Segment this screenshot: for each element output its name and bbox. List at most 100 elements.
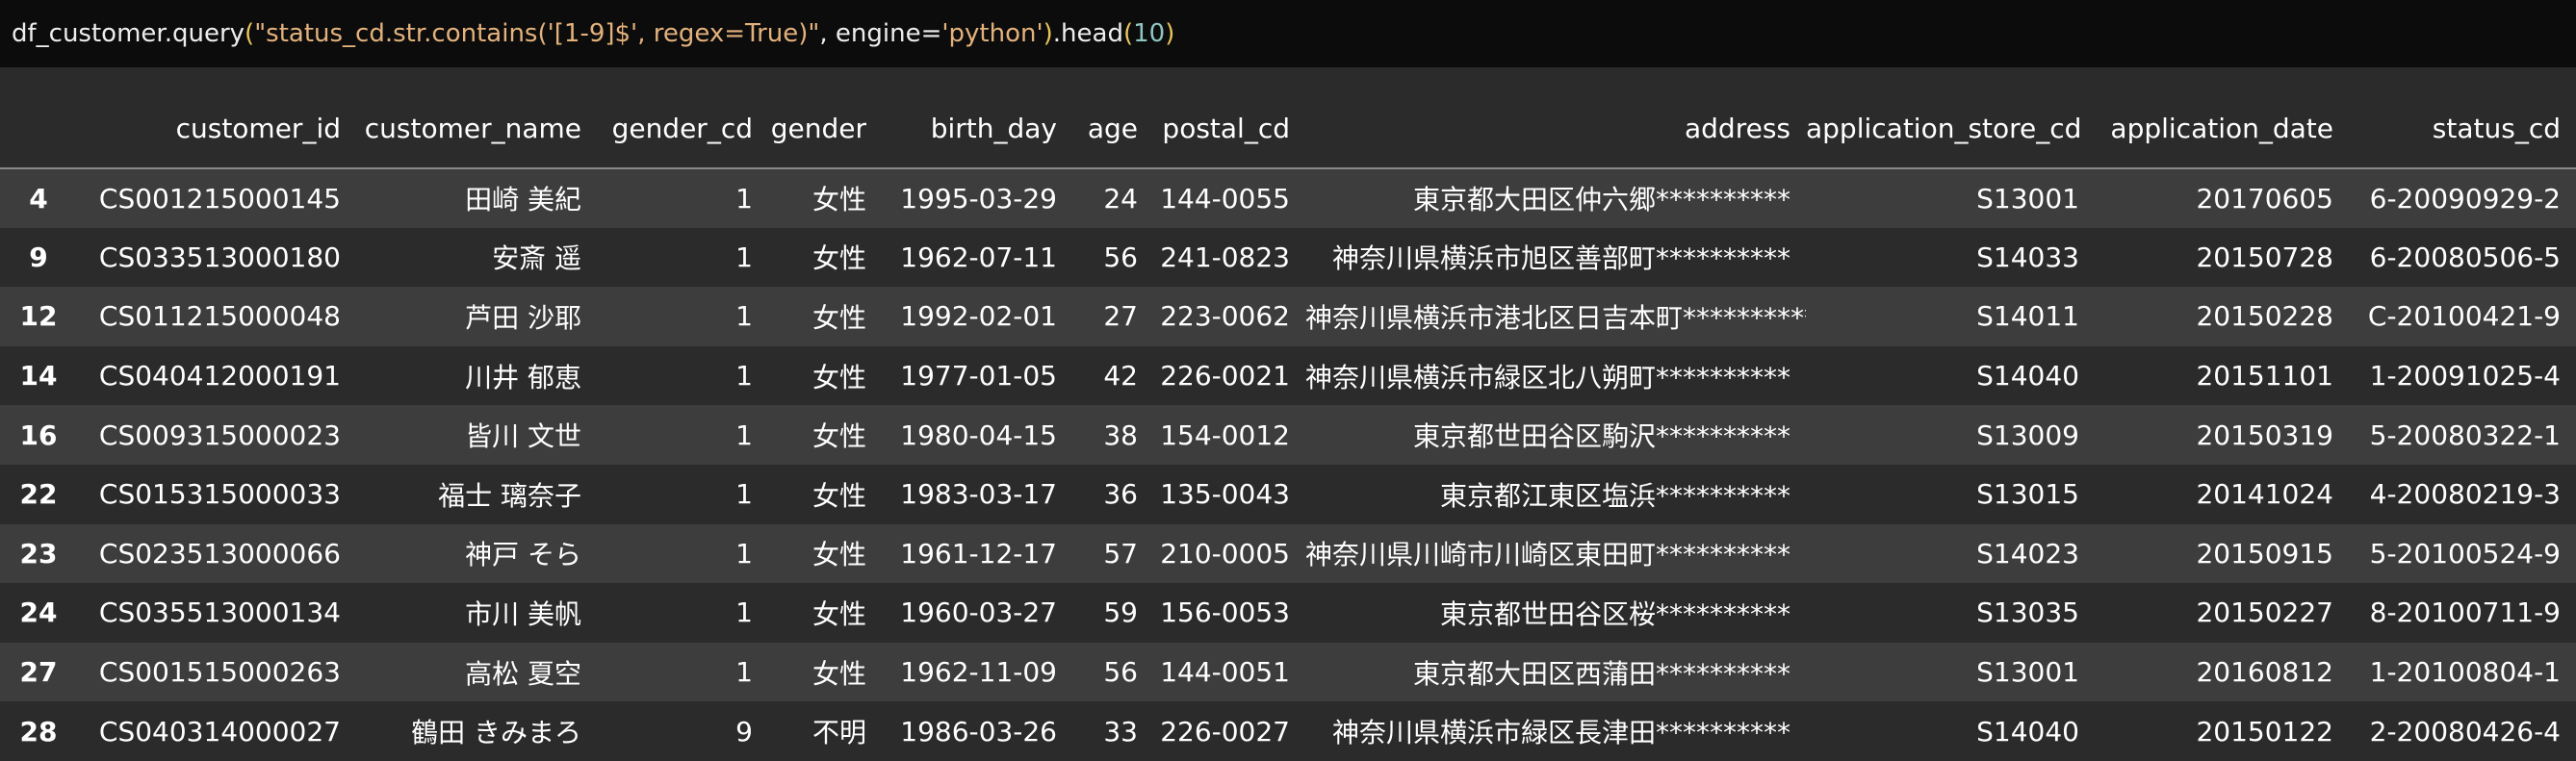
code-cell[interactable]: df_customer.query("status_cd.str.contain… (0, 0, 2576, 67)
cell-customer-name: 神戸 そら (465, 539, 581, 571)
column-header-birth-day: birth_day (882, 89, 1072, 169)
cell-age: 33 (1103, 715, 1138, 748)
table-row: 9 CS033513000180 安斎 遥 1 女性 1962-07-11 56 241-08… (0, 227, 2576, 288)
table-row: 27 CS001515000263 高松 夏空 1 女性 1962-11-09 56 144-… (0, 642, 2576, 702)
row-index: 22 (19, 478, 58, 511)
cell-gender: 女性 (811, 184, 866, 216)
code-query-string: "status_cd.str.contains('[1-9]$', regex=… (254, 19, 820, 48)
cell-birth-day: 1983-03-17 (900, 478, 1057, 511)
cell-application-date: 20160812 (2196, 656, 2333, 689)
cell-gender: 女性 (811, 420, 866, 453)
table-body: 4 CS001215000145 田崎 美紀 1 女性 1995-03-29 24 144-0… (0, 168, 2576, 761)
cell-application-store-cd: S13001 (1976, 182, 2079, 215)
cell-birth-day: 1962-07-11 (900, 241, 1057, 273)
column-header-address: address (1305, 89, 1806, 169)
cell-application-store-cd: S14011 (1976, 300, 2079, 333)
cell-birth-day: 1992-02-01 (900, 300, 1057, 333)
row-index: 12 (19, 300, 58, 333)
cell-customer-id: CS040412000191 (98, 360, 341, 393)
cell-status-cd: 5-20100524-9 (2369, 537, 2561, 570)
cell-address: 東京都大田区仲六郷********** (1412, 184, 1790, 216)
cell-postal-cd: 144-0051 (1160, 656, 1290, 689)
index-header (0, 89, 77, 169)
cell-application-date: 20151101 (2196, 360, 2333, 393)
cell-status-cd: 1-20091025-4 (2369, 360, 2561, 393)
cell-postal-cd: 135-0043 (1160, 478, 1290, 511)
cell-application-store-cd: S14040 (1976, 360, 2079, 393)
cell-postal-cd: 156-0053 (1160, 596, 1290, 629)
cell-age: 56 (1103, 656, 1138, 689)
table-row: 14 CS040412000191 川井 郁恵 1 女性 1977-01-05 42 226-… (0, 345, 2576, 406)
cell-customer-id: CS023513000066 (98, 537, 341, 570)
cell-age: 56 (1103, 241, 1138, 273)
code-method: .head (1052, 19, 1123, 48)
cell-postal-cd: 223-0062 (1160, 300, 1290, 333)
cell-application-store-cd: S13035 (1976, 596, 2079, 629)
column-header-customer-id: customer_id (77, 89, 356, 169)
cell-gender-cd: 1 (735, 360, 753, 393)
cell-gender: 女性 (811, 657, 866, 690)
cell-customer-id: CS035513000134 (98, 596, 341, 629)
column-header-postal-cd: postal_cd (1153, 89, 1305, 169)
cell-address: 東京都世田谷区桜********** (1439, 597, 1790, 630)
header-row: customer_id customer_name gender_cd gender b… (0, 89, 2576, 169)
code-paren: ) (1043, 19, 1053, 48)
cell-address: 東京都大田区西蒲田********** (1412, 657, 1790, 690)
code-head-count: 10 (1133, 19, 1166, 48)
cell-address: 神奈川県横浜市緑区北八朔町********** (1305, 361, 1791, 393)
cell-address: 神奈川県横浜市旭区善部町********** (1331, 242, 1790, 275)
cell-status-cd: 4-20080219-3 (2369, 478, 2561, 511)
column-header-status-cd: status_cd (2349, 89, 2576, 169)
table-row: 16 CS009315000023 皆川 文世 1 女性 1980-04-15 38 154-… (0, 405, 2576, 465)
table-row: 22 CS015315000033 福士 璃奈子 1 女性 1983-03-17 36 135… (0, 464, 2576, 524)
row-index: 23 (19, 537, 58, 570)
code-paren: ( (1122, 19, 1134, 48)
code-paren: ( (245, 19, 255, 48)
cell-gender-cd: 1 (735, 241, 753, 273)
cell-age: 57 (1103, 537, 1138, 570)
cell-gender-cd: 1 (735, 478, 753, 511)
cell-gender-cd: 1 (735, 656, 753, 689)
cell-postal-cd: 210-0005 (1160, 537, 1290, 570)
cell-gender-cd: 1 (735, 300, 753, 333)
cell-customer-id: CS011215000048 (98, 300, 341, 333)
cell-application-date: 20170605 (2196, 182, 2333, 215)
table-row: 12 CS011215000048 芦田 沙耶 1 女性 1992-02-01 27 223-… (0, 287, 2576, 346)
row-index: 14 (19, 360, 58, 393)
cell-age: 27 (1103, 300, 1138, 333)
table-row: 4 CS001215000145 田崎 美紀 1 女性 1995-03-29 24 144-0… (0, 168, 2576, 228)
cell-address: 東京都江東区塩浜********** (1439, 479, 1790, 512)
column-header-gender: gender (768, 89, 882, 169)
output-area: customer_id customer_name gender_cd gender b… (0, 67, 2576, 761)
table-row: 23 CS023513000066 神戸 そら 1 女性 1961-12-17 57 210-… (0, 523, 2576, 584)
cell-customer-name: 川井 郁恵 (465, 361, 581, 393)
cell-customer-name: 皆川 文世 (465, 420, 581, 453)
cell-customer-id: CS009315000023 (98, 419, 341, 451)
cell-gender: 女性 (811, 597, 866, 630)
code-engine-kw: , engine= (819, 19, 942, 48)
row-index: 16 (19, 419, 58, 451)
cell-customer-id: CS001515000263 (98, 656, 341, 689)
row-index: 28 (19, 715, 58, 748)
cell-address: 神奈川県川崎市川崎区東田町********** (1305, 539, 1791, 571)
table-row: 24 CS035513000134 市川 美帆 1 女性 1960-03-27 59 156-… (0, 583, 2576, 643)
cell-gender-cd: 1 (735, 537, 753, 570)
cell-gender: 女性 (811, 242, 866, 275)
cell-customer-id: CS015315000033 (98, 478, 341, 511)
cell-gender: 不明 (811, 717, 866, 749)
cell-gender: 女性 (811, 479, 866, 512)
cell-gender: 女性 (811, 301, 866, 334)
cell-birth-day: 1961-12-17 (900, 537, 1057, 570)
cell-application-store-cd: S14040 (1976, 715, 2079, 748)
row-index: 9 (29, 241, 48, 273)
cell-gender: 女性 (811, 361, 866, 393)
cell-address: 神奈川県横浜市緑区長津田********** (1331, 717, 1790, 749)
cell-age: 24 (1103, 182, 1138, 215)
cell-birth-day: 1995-03-29 (900, 182, 1057, 215)
code-engine-value: 'python' (941, 19, 1043, 48)
cell-postal-cd: 241-0823 (1160, 241, 1290, 273)
cell-gender: 女性 (811, 539, 866, 571)
cell-application-store-cd: S14033 (1976, 241, 2079, 273)
cell-status-cd: 6-20080506-5 (2369, 241, 2561, 273)
column-header-customer-name: customer_name (356, 89, 597, 169)
